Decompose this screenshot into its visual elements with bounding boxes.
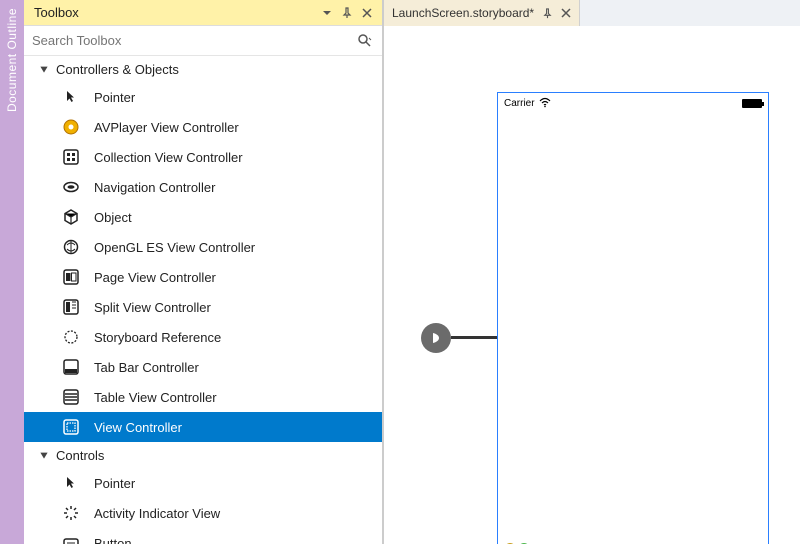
- toolbox-header: Toolbox: [24, 0, 382, 26]
- toolbox-item-page-view-controller[interactable]: Page View Controller: [24, 262, 382, 292]
- toolbox-item-navigation-controller[interactable]: Navigation Controller: [24, 172, 382, 202]
- toolbox-panel: Toolbox Controllers & Objects Pointer AVPl…: [24, 0, 383, 544]
- dropdown-icon[interactable]: [318, 4, 336, 22]
- item-label: Tab Bar Controller: [94, 360, 199, 375]
- item-label: Storyboard Reference: [94, 330, 221, 345]
- toolbox-search-row: [24, 26, 382, 56]
- editor-panel: LaunchScreen.storyboard* Carrier: [383, 0, 800, 544]
- category-label: Controllers & Objects: [56, 62, 179, 77]
- avplayer-icon: [62, 118, 80, 136]
- object-icon: [62, 208, 80, 226]
- battery-icon: [742, 99, 762, 108]
- activity-icon: [62, 504, 80, 522]
- table-icon: [62, 388, 80, 406]
- caret-down-icon: [38, 449, 50, 461]
- collection-icon: [62, 148, 80, 166]
- view-icon: [62, 418, 80, 436]
- item-label: Table View Controller: [94, 390, 217, 405]
- item-label: AVPlayer View Controller: [94, 120, 239, 135]
- view-controller-scene[interactable]: Carrier: [497, 92, 769, 544]
- tab-bar: LaunchScreen.storyboard*: [384, 0, 800, 26]
- search-icon[interactable]: [356, 32, 374, 50]
- item-label: Collection View Controller: [94, 150, 243, 165]
- tab-close-icon[interactable]: [561, 8, 571, 18]
- tab-launchscreen[interactable]: LaunchScreen.storyboard*: [384, 0, 580, 26]
- item-label: Activity Indicator View: [94, 506, 220, 521]
- toolbox-item-table-view-controller[interactable]: Table View Controller: [24, 382, 382, 412]
- tab-pin-icon[interactable]: [542, 8, 553, 19]
- entry-point-icon[interactable]: [421, 323, 451, 353]
- opengl-icon: [62, 238, 80, 256]
- toolbox-item-tab-bar-controller[interactable]: Tab Bar Controller: [24, 352, 382, 382]
- toolbox-item-avplayer-view-controller[interactable]: AVPlayer View Controller: [24, 112, 382, 142]
- toolbox-item-object[interactable]: Object: [24, 202, 382, 232]
- pointer-icon: [62, 88, 80, 106]
- item-label: Split View Controller: [94, 300, 211, 315]
- item-label: Pointer: [94, 476, 135, 491]
- toolbox-item-pointer[interactable]: Pointer: [24, 82, 382, 112]
- item-label: Pointer: [94, 90, 135, 105]
- category-controls[interactable]: Controls: [24, 442, 382, 468]
- close-icon[interactable]: [358, 4, 376, 22]
- storyboard-icon: [62, 328, 80, 346]
- tabbar-icon: [62, 358, 80, 376]
- tab-label: LaunchScreen.storyboard*: [392, 6, 534, 20]
- document-outline-tab[interactable]: Document Outline: [0, 0, 24, 544]
- toolbox-item-pointer[interactable]: Pointer: [24, 468, 382, 498]
- entry-arrow-line: [451, 336, 499, 339]
- item-label: Page View Controller: [94, 270, 216, 285]
- split-icon: [62, 298, 80, 316]
- page-icon: [62, 268, 80, 286]
- category-label: Controls: [56, 448, 104, 463]
- toolbox-item-activity-indicator-view[interactable]: Activity Indicator View: [24, 498, 382, 528]
- toolbox-tree[interactable]: Controllers & Objects Pointer AVPlayer Vie…: [24, 56, 382, 544]
- button-icon: [62, 534, 80, 544]
- pin-icon[interactable]: [338, 4, 356, 22]
- category-controllers-objects[interactable]: Controllers & Objects: [24, 56, 382, 82]
- item-label: OpenGL ES View Controller: [94, 240, 255, 255]
- toolbox-item-storyboard-reference[interactable]: Storyboard Reference: [24, 322, 382, 352]
- toolbox-item-opengl-es-view-controller[interactable]: OpenGL ES View Controller: [24, 232, 382, 262]
- item-label: View Controller: [94, 420, 182, 435]
- toolbox-item-split-view-controller[interactable]: Split View Controller: [24, 292, 382, 322]
- navigation-icon: [62, 178, 80, 196]
- carrier-label: Carrier: [504, 98, 535, 109]
- caret-down-icon: [38, 63, 50, 75]
- toolbox-item-button[interactable]: Button: [24, 528, 382, 544]
- toolbox-item-collection-view-controller[interactable]: Collection View Controller: [24, 142, 382, 172]
- storyboard-canvas[interactable]: Carrier: [384, 26, 800, 544]
- item-label: Object: [94, 210, 132, 225]
- item-label: Button: [94, 536, 132, 544]
- wifi-icon: [539, 97, 551, 109]
- pointer-icon: [62, 474, 80, 492]
- item-label: Navigation Controller: [94, 180, 215, 195]
- toolbox-title: Toolbox: [34, 5, 316, 20]
- document-outline-label: Document Outline: [5, 8, 19, 112]
- status-bar: Carrier: [498, 93, 768, 113]
- toolbox-item-view-controller[interactable]: View Controller: [24, 412, 382, 442]
- search-input[interactable]: [32, 33, 356, 48]
